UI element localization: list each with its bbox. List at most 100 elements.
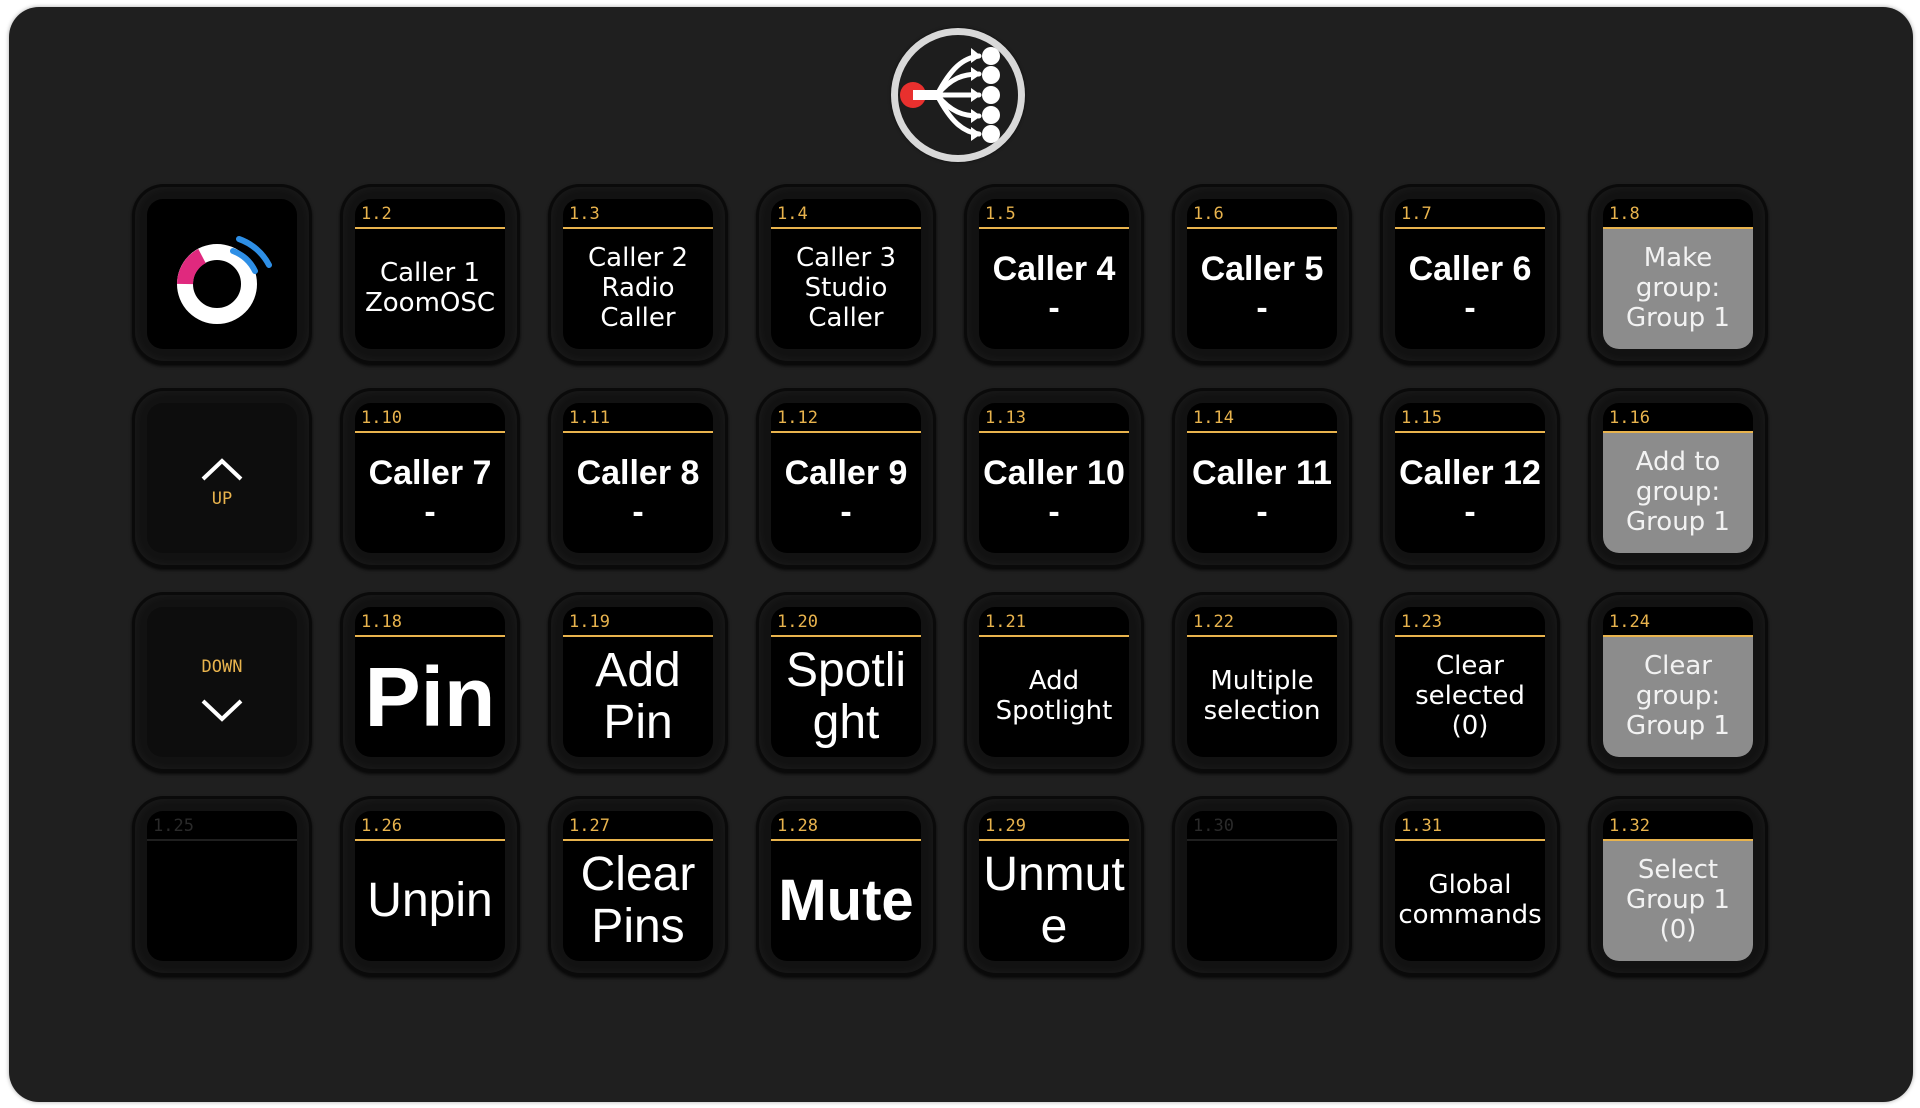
button-label: Unmut e bbox=[979, 841, 1129, 961]
deck-button-1-20[interactable]: 1.20 Spotli ght bbox=[756, 592, 936, 772]
button-label-text: Caller 9 - bbox=[784, 453, 908, 531]
button-face: 1.25 bbox=[147, 811, 297, 961]
button-label-text: Pin bbox=[364, 649, 496, 744]
zoomosc-logo-icon bbox=[177, 236, 272, 324]
button-face: 1.23 Clear selected (0) bbox=[1395, 607, 1545, 757]
button-face: 1.5 Caller 4 - bbox=[979, 199, 1129, 349]
deck-button-1-10[interactable]: 1.10 Caller 7 - bbox=[340, 388, 520, 568]
button-label: Add Pin bbox=[563, 637, 713, 757]
button-label-text: Caller 4 - bbox=[992, 249, 1116, 327]
page-up-label: UP bbox=[211, 489, 233, 509]
button-number: 1.24 bbox=[1609, 612, 1650, 632]
button-label-text: Clear Pins bbox=[580, 848, 696, 953]
button-number: 1.14 bbox=[1193, 408, 1234, 428]
button-label: Caller 9 - bbox=[771, 433, 921, 553]
button-face: 1.4 Caller 3 Studio Caller bbox=[771, 199, 921, 349]
deck-button-1-24[interactable]: 1.24 Clear group: Group 1 bbox=[1588, 592, 1768, 772]
deck-button-1-22[interactable]: 1.22 Multiple selection bbox=[1172, 592, 1352, 772]
button-number: 1.28 bbox=[777, 816, 818, 836]
deck-button-1-32[interactable]: 1.32 Select Group 1 (0) bbox=[1588, 796, 1768, 976]
bitfocus-companion-logo-icon bbox=[891, 28, 1025, 162]
button-number: 1.23 bbox=[1401, 612, 1442, 632]
deck-button-1-19[interactable]: 1.19 Add Pin bbox=[548, 592, 728, 772]
button-face: 1.24 Clear group: Group 1 bbox=[1603, 607, 1753, 757]
deck-button-1-14[interactable]: 1.14 Caller 11 - bbox=[1172, 388, 1352, 568]
button-label: Caller 1 ZoomOSC bbox=[355, 229, 505, 349]
deck-button-1-29[interactable]: 1.29 Unmut e bbox=[964, 796, 1144, 976]
button-label: Clear group: Group 1 bbox=[1603, 637, 1753, 757]
deck-button-1-12[interactable]: 1.12 Caller 9 - bbox=[756, 388, 936, 568]
deck-button-1-5[interactable]: 1.5 Caller 4 - bbox=[964, 184, 1144, 364]
deck-button-1-13[interactable]: 1.13 Caller 10 - bbox=[964, 388, 1144, 568]
button-number: 1.8 bbox=[1609, 204, 1640, 224]
page-down-label: DOWN bbox=[201, 657, 243, 677]
button-number: 1.16 bbox=[1609, 408, 1650, 428]
button-label: Unpin bbox=[355, 841, 505, 961]
button-label: Clear Pins bbox=[563, 841, 713, 961]
button-number: 1.4 bbox=[777, 204, 808, 224]
button-number: 1.21 bbox=[985, 612, 1026, 632]
button-label: Clear selected (0) bbox=[1395, 637, 1545, 757]
button-label: Mute bbox=[771, 841, 921, 961]
button-label-text: Caller 3 Studio Caller bbox=[795, 243, 897, 333]
deck-button-1-25[interactable]: 1.25 bbox=[132, 796, 312, 976]
deck-button-1-16[interactable]: 1.16 Add to group: Group 1 bbox=[1588, 388, 1768, 568]
chevron-up-icon bbox=[201, 458, 243, 481]
button-face: 1.7 Caller 6 - bbox=[1395, 199, 1545, 349]
page-up-button[interactable]: UP bbox=[132, 388, 312, 568]
button-label-text: Caller 2 Radio Caller bbox=[587, 243, 689, 333]
button-number: 1.6 bbox=[1193, 204, 1224, 224]
deck-button-1-2[interactable]: 1.2 Caller 1 ZoomOSC bbox=[340, 184, 520, 364]
button-label-text: Unpin bbox=[367, 873, 493, 927]
deck-button-1-21[interactable]: 1.21 Add Spotlight bbox=[964, 592, 1144, 772]
deck-button-1-4[interactable]: 1.4 Caller 3 Studio Caller bbox=[756, 184, 936, 364]
button-label-text: Caller 6 - bbox=[1408, 249, 1532, 327]
deck-button-1-30[interactable]: 1.30 bbox=[1172, 796, 1352, 976]
button-face: 1.2 Caller 1 ZoomOSC bbox=[355, 199, 505, 349]
button-face: 1.20 Spotli ght bbox=[771, 607, 921, 757]
deck-button-1-18[interactable]: 1.18 Pin bbox=[340, 592, 520, 772]
button-face: 1.16 Add to group: Group 1 bbox=[1603, 403, 1753, 553]
button-label: Add Spotlight bbox=[979, 637, 1129, 757]
button-face: 1.14 Caller 11 - bbox=[1187, 403, 1337, 553]
button-face: 1.27 Clear Pins bbox=[563, 811, 713, 961]
button-label-text: Multiple selection bbox=[1203, 666, 1321, 726]
deck-button-1-26[interactable]: 1.26 Unpin bbox=[340, 796, 520, 976]
button-label: Caller 3 Studio Caller bbox=[771, 229, 921, 349]
deck-button-1-11[interactable]: 1.11 Caller 8 - bbox=[548, 388, 728, 568]
button-number: 1.12 bbox=[777, 408, 818, 428]
button-number: 1.25 bbox=[153, 816, 194, 836]
deck-button-1-15[interactable]: 1.15 Caller 12 - bbox=[1380, 388, 1560, 568]
button-face: 1.19 Add Pin bbox=[563, 607, 713, 757]
button-label: Caller 11 - bbox=[1187, 433, 1337, 553]
button-face: 1.13 Caller 10 - bbox=[979, 403, 1129, 553]
button-label-text: Add Pin bbox=[595, 644, 681, 749]
button-face: 1.28 Mute bbox=[771, 811, 921, 961]
button-label: Make group: Group 1 bbox=[1603, 229, 1753, 349]
button-label: Caller 10 - bbox=[979, 433, 1129, 553]
button-label-text: Caller 12 - bbox=[1399, 453, 1541, 531]
deck-button-1-3[interactable]: 1.3 Caller 2 Radio Caller bbox=[548, 184, 728, 364]
deck-button-1-6[interactable]: 1.6 Caller 5 - bbox=[1172, 184, 1352, 364]
zoomosc-logo-button[interactable] bbox=[132, 184, 312, 364]
button-label: Caller 4 - bbox=[979, 229, 1129, 349]
button-label: Spotli ght bbox=[771, 637, 921, 757]
button-number: 1.2 bbox=[361, 204, 392, 224]
deck-button-1-27[interactable]: 1.27 Clear Pins bbox=[548, 796, 728, 976]
deck-button-1-7[interactable]: 1.7 Caller 6 - bbox=[1380, 184, 1560, 364]
deck-button-1-31[interactable]: 1.31 Global commands bbox=[1380, 796, 1560, 976]
button-number: 1.15 bbox=[1401, 408, 1442, 428]
button-face: 1.32 Select Group 1 (0) bbox=[1603, 811, 1753, 961]
deck-button-1-8[interactable]: 1.8 Make group: Group 1 bbox=[1588, 184, 1768, 364]
button-face: 1.3 Caller 2 Radio Caller bbox=[563, 199, 713, 349]
button-label-text: Select Group 1 (0) bbox=[1626, 855, 1730, 945]
button-label: Caller 6 - bbox=[1395, 229, 1545, 349]
button-label-text: Add to group: Group 1 bbox=[1626, 447, 1730, 537]
button-label-text: Caller 10 - bbox=[983, 453, 1125, 531]
deck-button-1-28[interactable]: 1.28 Mute bbox=[756, 796, 936, 976]
button-face: 1.22 Multiple selection bbox=[1187, 607, 1337, 757]
deck-button-1-23[interactable]: 1.23 Clear selected (0) bbox=[1380, 592, 1560, 772]
button-face: 1.8 Make group: Group 1 bbox=[1603, 199, 1753, 349]
button-face: 1.11 Caller 8 - bbox=[563, 403, 713, 553]
page-down-button[interactable]: DOWN bbox=[132, 592, 312, 772]
